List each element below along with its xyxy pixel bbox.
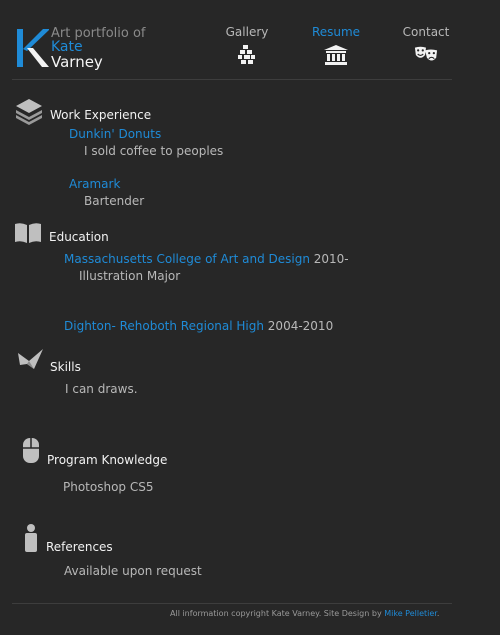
footer-suffix: . bbox=[436, 609, 440, 618]
education-heading: Education bbox=[49, 230, 109, 244]
nav-gallery-label: Gallery bbox=[225, 25, 269, 39]
mouse-icon bbox=[23, 438, 39, 463]
references-detail: Available upon request bbox=[64, 564, 202, 578]
program-knowledge-detail: Photoshop CS5 bbox=[63, 480, 154, 494]
nav-gallery[interactable]: Gallery bbox=[207, 25, 287, 65]
paper-crane-icon bbox=[18, 349, 43, 369]
education-entry-detail-massart: Illustration Major bbox=[79, 269, 181, 283]
logo-last-name: Varney bbox=[51, 53, 103, 71]
education-dates: 2010- bbox=[313, 252, 349, 266]
theater-masks-icon bbox=[414, 46, 438, 61]
work-entry-detail-dunkin: I sold coffee to peoples bbox=[84, 144, 224, 158]
nav-contact[interactable]: Contact bbox=[386, 25, 466, 65]
header-divider bbox=[12, 79, 452, 80]
work-experience-heading: Work Experience bbox=[50, 108, 152, 122]
education-entry-title-massart[interactable]: Massachusetts College of Art and Design … bbox=[64, 252, 349, 267]
education-dates: 2004-2010 bbox=[267, 319, 334, 333]
work-entry-detail-aramark: Bartender bbox=[84, 194, 145, 208]
work-entry-title-dunkin[interactable]: Dunkin' Donuts bbox=[69, 127, 161, 142]
footer-designer-link[interactable]: Mike Pelletier bbox=[384, 609, 437, 618]
person-icon bbox=[25, 524, 37, 552]
footer-divider bbox=[12, 603, 452, 604]
education-school-name: Dighton- Rehoboth Regional High bbox=[64, 319, 264, 333]
skills-heading: Skills bbox=[50, 360, 81, 374]
footer-copyright: All information copyright Kate Varney. S… bbox=[170, 609, 382, 618]
skills-detail: I can draws. bbox=[65, 382, 138, 396]
program-knowledge-heading: Program Knowledge bbox=[47, 453, 168, 467]
education-entry-title-dighton[interactable]: Dighton- Rehoboth Regional High 2004-201… bbox=[64, 319, 333, 334]
references-heading: References bbox=[46, 540, 113, 554]
stack-icon bbox=[16, 99, 42, 125]
nav-contact-label: Contact bbox=[402, 25, 450, 39]
book-icon bbox=[15, 223, 41, 243]
nav-resume[interactable]: Resume bbox=[296, 25, 376, 65]
site-footer: All information copyright Kate Varney. S… bbox=[170, 608, 439, 619]
education-school-name: Massachusetts College of Art and Design bbox=[64, 252, 310, 266]
work-entry-title-aramark[interactable]: Aramark bbox=[69, 177, 120, 192]
nav-resume-label: Resume bbox=[311, 25, 361, 39]
k-monogram-icon bbox=[17, 29, 49, 67]
building-icon bbox=[324, 45, 348, 65]
gallery-icon bbox=[238, 45, 255, 64]
